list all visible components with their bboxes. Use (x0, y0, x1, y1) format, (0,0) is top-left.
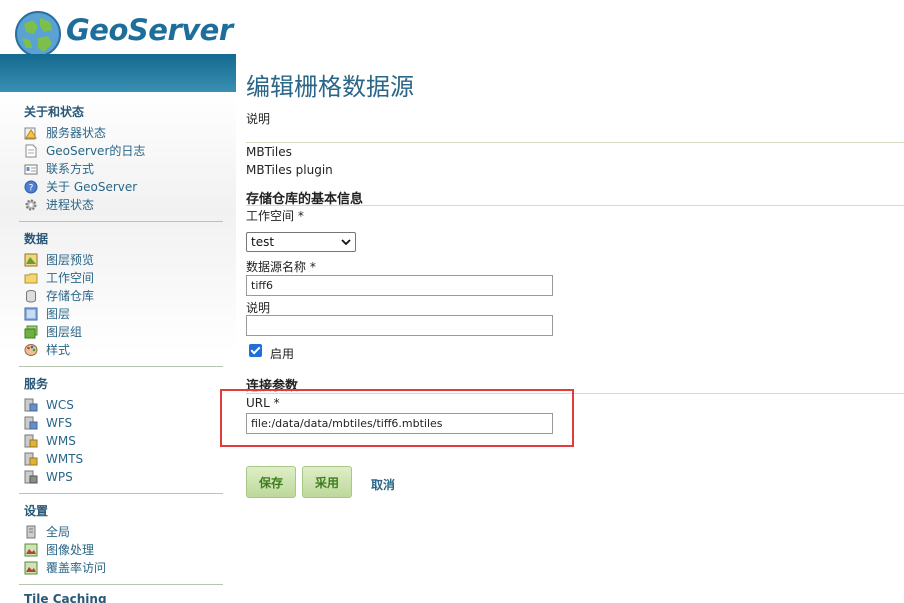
sidebar-section-tile-caching: Tile Caching (24, 592, 107, 603)
header: GeoServer (0, 0, 904, 57)
sidebar-item-coverage-access[interactable]: 覆盖率访问 (24, 559, 106, 576)
sidebar-section-services: 服务 (24, 377, 49, 391)
url-label: URL * (246, 396, 280, 410)
main-content: 编辑栅格数据源 说明 MBTiles MBTiles plugin 存储仓库的基… (236, 54, 904, 603)
service-icon (24, 398, 38, 412)
sidebar-divider (19, 584, 223, 585)
folder-icon (24, 271, 38, 285)
sidebar: 关于和状态 服务器状态 GeoServer的日志 联系方式 ? 关于 GeoSe… (0, 92, 236, 603)
apply-button[interactable]: 采用 (302, 466, 352, 498)
sidebar-divider (19, 493, 223, 494)
sidebar-item-wms[interactable]: WMS (24, 432, 76, 449)
enabled-checkbox[interactable] (249, 344, 262, 357)
info-icon: ? (24, 180, 38, 194)
store-name-label: 数据源名称 * (246, 260, 316, 274)
sidebar-divider (19, 221, 223, 222)
sidebar-item-wcs[interactable]: WCS (24, 396, 74, 413)
chevron-down-icon (341, 235, 351, 249)
section-divider (246, 205, 904, 206)
store-type-description: MBTiles plugin (246, 163, 333, 177)
section-divider (246, 393, 904, 394)
cancel-link[interactable]: 取消 (371, 476, 395, 493)
palette-icon (24, 343, 38, 357)
sidebar-item-stores[interactable]: 存储仓库 (24, 287, 94, 304)
svg-text:?: ? (29, 183, 34, 193)
brand-logo-text[interactable]: GeoServer (66, 13, 233, 47)
server-icon (24, 525, 38, 539)
page-description: 说明 (246, 112, 271, 126)
sidebar-item-wps[interactable]: WPS (24, 468, 73, 485)
sidebar-item-about[interactable]: ? 关于 GeoServer (24, 178, 137, 195)
enabled-label: 启用 (270, 347, 295, 361)
sidebar-item-server-status[interactable]: 服务器状态 (24, 124, 106, 141)
service-icon (24, 452, 38, 466)
connection-params-heading: 连接参数 (246, 379, 299, 394)
store-type-name: MBTiles (246, 145, 292, 159)
service-icon (24, 470, 38, 484)
sidebar-item-global[interactable]: 全局 (24, 523, 70, 540)
sidebar-item-geoserver-log[interactable]: GeoServer的日志 (24, 142, 145, 159)
layer-group-icon (24, 325, 38, 339)
image-icon (24, 543, 38, 557)
description-label: 说明 (246, 301, 271, 315)
sidebar-item-image-processing[interactable]: 图像处理 (24, 541, 94, 558)
sidebar-item-wfs[interactable]: WFS (24, 414, 72, 431)
sidebar-item-layers[interactable]: 图层 (24, 305, 70, 322)
sidebar-item-process-status[interactable]: 进程状态 (24, 196, 94, 213)
sidebar-item-workspaces[interactable]: 工作空间 (24, 269, 94, 286)
sidebar-section-about: 关于和状态 (24, 105, 85, 119)
store-name-input[interactable]: tiff6 (246, 275, 553, 296)
contact-card-icon (24, 162, 38, 176)
sidebar-item-layer-groups[interactable]: 图层组 (24, 323, 82, 340)
geoserver-globe-icon[interactable] (12, 8, 64, 58)
layer-preview-icon (24, 253, 38, 267)
gear-icon (24, 198, 38, 212)
description-input[interactable] (246, 315, 553, 336)
sidebar-section-settings: 设置 (24, 504, 49, 518)
sidebar-section-data: 数据 (24, 232, 49, 246)
workspace-label: 工作空间 * (246, 209, 304, 223)
sidebar-item-styles[interactable]: 样式 (24, 341, 70, 358)
service-icon (24, 416, 38, 430)
section-divider (246, 142, 904, 143)
database-icon (24, 289, 38, 303)
workspace-select[interactable]: test (246, 232, 356, 252)
url-input[interactable]: file:/data/data/mbtiles/tiff6.mbtiles (246, 413, 553, 434)
service-icon (24, 434, 38, 448)
sidebar-divider (19, 366, 223, 367)
layer-icon (24, 307, 38, 321)
save-button[interactable]: 保存 (246, 466, 296, 498)
image-icon (24, 561, 38, 575)
document-icon (24, 144, 38, 158)
sidebar-item-layer-preview[interactable]: 图层预览 (24, 251, 94, 268)
sidebar-item-wmts[interactable]: WMTS (24, 450, 83, 467)
page-title: 编辑栅格数据源 (246, 73, 414, 101)
warning-icon (24, 126, 38, 140)
app-root: GeoServer 关于和状态 服务器状态 GeoServer的日志 联系方式 … (0, 0, 904, 603)
sidebar-item-contact[interactable]: 联系方式 (24, 160, 94, 177)
